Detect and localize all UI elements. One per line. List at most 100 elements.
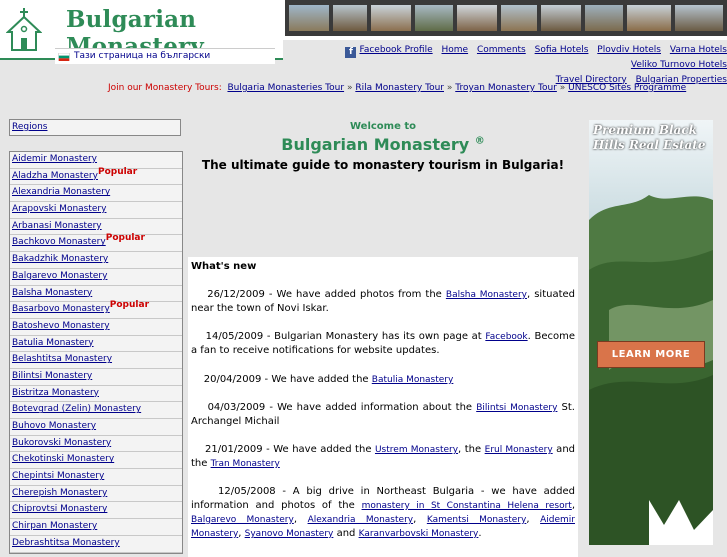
monastery-list-item: Bachkovo MonasteryPopular bbox=[10, 233, 182, 253]
news-link-bilintsi[interactable]: Bilintsi Monastery bbox=[476, 403, 557, 413]
monastery-link[interactable]: Chiprovtsi Monastery bbox=[12, 504, 107, 514]
header-photo-strip bbox=[285, 0, 727, 36]
monastery-link[interactable]: Balgarevo Monastery bbox=[12, 271, 107, 281]
tour-bulgaria-monasteries[interactable]: Bulgaria Monasteries Tour bbox=[227, 83, 344, 93]
tours-bar: Join our Monastery Tours: Bulgaria Monas… bbox=[108, 83, 686, 93]
ad-learn-more-button[interactable]: LEARN MORE bbox=[597, 341, 705, 368]
monastery-link[interactable]: Cherepish Monastery bbox=[12, 488, 107, 498]
monastery-list-item: Aladzha MonasteryPopular bbox=[10, 166, 182, 186]
bulgarian-version-link[interactable]: Тази страница на български bbox=[74, 51, 210, 61]
monastery-list-item: Batulia Monastery bbox=[10, 336, 182, 353]
news-item: 14/05/2009 - Bulgarian Monastery has its… bbox=[191, 331, 575, 356]
registered-mark: ® bbox=[474, 135, 485, 147]
nav-facebook-profile[interactable]: f Facebook Profile bbox=[345, 45, 433, 58]
monastery-list-item: Debrashtitsa Monastery bbox=[10, 536, 182, 553]
tour-unesco-sites[interactable]: UNESCO Sites Programme bbox=[568, 83, 686, 93]
monastery-link[interactable]: Balsha Monastery bbox=[12, 288, 92, 298]
news-link-ustrem[interactable]: Ustrem Monastery bbox=[375, 445, 458, 455]
monastery-link[interactable]: Chepintsi Monastery bbox=[12, 471, 104, 481]
welcome-text: Welcome to bbox=[349, 121, 416, 132]
monastery-list-item: Cherepish Monastery bbox=[10, 486, 182, 503]
monastery-list: Aidemir Monastery Aladzha MonasteryPopula… bbox=[9, 151, 183, 554]
monastery-link[interactable]: Botevgrad (Zelin) Monastery bbox=[12, 404, 141, 414]
news-heading: What's new bbox=[191, 261, 257, 272]
nav-sofia-hotels[interactable]: Sofia Hotels bbox=[535, 45, 589, 55]
news-link-syanovo[interactable]: Syanovo Monastery bbox=[245, 529, 334, 539]
monastery-link[interactable]: Alexandria Monastery bbox=[12, 187, 110, 197]
monastery-list-item: Arapovski Monastery bbox=[10, 202, 182, 219]
monastery-list-item: Batoshevo Monastery bbox=[10, 319, 182, 336]
monastery-list-item: Chirpan Monastery bbox=[10, 519, 182, 536]
monastery-link[interactable]: Chirpan Monastery bbox=[12, 521, 97, 531]
monastery-link[interactable]: Batulia Monastery bbox=[12, 338, 94, 348]
monastery-link[interactable]: Bukorovski Monastery bbox=[12, 438, 111, 448]
tour-separator: » bbox=[446, 83, 453, 93]
whats-new-panel: What's new 26/12/2009 - We have added ph… bbox=[188, 257, 578, 557]
regions-box: Regions bbox=[9, 119, 181, 136]
monastery-link[interactable]: Bakadzhik Monastery bbox=[12, 254, 108, 264]
monastery-link[interactable]: Aladzha Monastery bbox=[12, 171, 98, 181]
popular-badge: Popular bbox=[97, 166, 138, 177]
advertisement[interactable]: Premium Black Hills Real Estate LEARN MO… bbox=[589, 120, 713, 545]
monastery-link[interactable]: Basarbovo Monastery bbox=[12, 304, 110, 314]
monastery-link[interactable]: Bachkovo Monastery bbox=[12, 237, 106, 247]
monastery-list-item: Buhovo Monastery bbox=[10, 419, 182, 436]
news-link-balgarevo[interactable]: Balgarevo Monastery bbox=[191, 515, 294, 525]
monastery-link[interactable]: Bilintsi Monastery bbox=[12, 371, 92, 381]
nav-comments[interactable]: Comments bbox=[477, 45, 526, 55]
monastery-link[interactable]: Batoshevo Monastery bbox=[12, 321, 110, 331]
news-link-st-constantina[interactable]: monastery in St Constantina Helena resor… bbox=[362, 501, 572, 511]
news-link-balsha[interactable]: Balsha Monastery bbox=[446, 290, 527, 300]
monastery-list-item: Bukorovski Monastery bbox=[10, 436, 182, 453]
news-link-alexandria[interactable]: Alexandria Monastery bbox=[308, 515, 414, 525]
monastery-list-item: Bistritza Monastery bbox=[10, 386, 182, 403]
facebook-icon: f bbox=[345, 47, 357, 58]
monastery-list-item: Balgarevo Monastery bbox=[10, 269, 182, 286]
tagline: The ultimate guide to monastery tourism … bbox=[201, 158, 565, 172]
monastery-list-item: Aidemir Monastery bbox=[10, 152, 182, 169]
nav-home[interactable]: Home bbox=[442, 45, 469, 55]
monastery-list-item: Chiprovtsi Monastery bbox=[10, 502, 182, 520]
news-item: 21/01/2009 - We have added the Ustrem Mo… bbox=[191, 444, 575, 469]
news-item: 04/03/2009 - We have added information a… bbox=[191, 402, 575, 427]
monastery-link[interactable]: Aidemir Monastery bbox=[12, 154, 97, 164]
ad-headline: Premium Black Hills Real Estate bbox=[593, 123, 706, 152]
monastery-list-item: Alexandria Monastery bbox=[10, 185, 182, 203]
monastery-list-item: Balsha Monastery bbox=[10, 286, 182, 303]
nav-varna-hotels[interactable]: Varna Hotels bbox=[670, 45, 727, 55]
news-link-batulia[interactable]: Batulia Monastery bbox=[372, 375, 454, 385]
news-link-karanvarbovski[interactable]: Karanvarbovski Monastery bbox=[359, 529, 479, 539]
news-item: 26/12/2009 - We have added photos from t… bbox=[191, 289, 576, 314]
news-item: 20/04/2009 - We have added the Batulia M… bbox=[203, 374, 454, 385]
news-link-erul[interactable]: Erul Monastery bbox=[485, 445, 553, 455]
nav-plovdiv-hotels[interactable]: Plovdiv Hotels bbox=[597, 45, 661, 55]
page-title: Bulgarian Monastery ® bbox=[281, 135, 485, 154]
bulgarian-version-box[interactable]: Тази страница на български bbox=[55, 48, 275, 64]
news-link-tran[interactable]: Tran Monastery bbox=[211, 459, 280, 469]
monastery-link[interactable]: Chekotinski Monastery bbox=[12, 454, 114, 464]
monastery-list-item: Basarbovo MonasteryPopular bbox=[10, 300, 182, 319]
news-link-kamentsi[interactable]: Kamentsi Monastery bbox=[427, 515, 527, 525]
bulgarian-flag-icon bbox=[58, 53, 70, 61]
monastery-list-item: Chekotinski Monastery bbox=[10, 452, 182, 470]
monastery-link[interactable]: Bistritza Monastery bbox=[12, 388, 99, 398]
tour-troyan-monastery[interactable]: Troyan Monastery Tour bbox=[455, 83, 557, 93]
news-link-facebook[interactable]: Facebook bbox=[485, 332, 527, 342]
monastery-link[interactable]: Buhovo Monastery bbox=[12, 421, 96, 431]
tour-rila-monastery[interactable]: Rila Monastery Tour bbox=[355, 83, 444, 93]
monastery-list-item: Bilintsi Monastery bbox=[10, 369, 182, 386]
church-logo-icon bbox=[6, 8, 42, 51]
regions-link[interactable]: Regions bbox=[12, 122, 48, 132]
popular-badge: Popular bbox=[109, 300, 150, 311]
nav-veliko-turnovo-hotels[interactable]: Veliko Turnovo Hotels bbox=[631, 60, 727, 70]
monastery-link[interactable]: Belashtitsa Monastery bbox=[12, 354, 112, 364]
tours-label: Join our Monastery Tours: bbox=[108, 83, 222, 93]
popular-badge: Popular bbox=[105, 233, 145, 244]
monastery-list-item: Arbanasi Monastery bbox=[10, 219, 182, 236]
monastery-list-item: Belashtitsa Monastery bbox=[10, 352, 182, 369]
tour-separator: » bbox=[346, 83, 353, 93]
monastery-link[interactable]: Debrashtitsa Monastery bbox=[12, 538, 120, 548]
news-item: 12/05/2008 - A big drive in Northeast Bu… bbox=[191, 486, 576, 539]
monastery-link[interactable]: Arbanasi Monastery bbox=[12, 221, 102, 231]
monastery-link[interactable]: Arapovski Monastery bbox=[12, 204, 106, 214]
